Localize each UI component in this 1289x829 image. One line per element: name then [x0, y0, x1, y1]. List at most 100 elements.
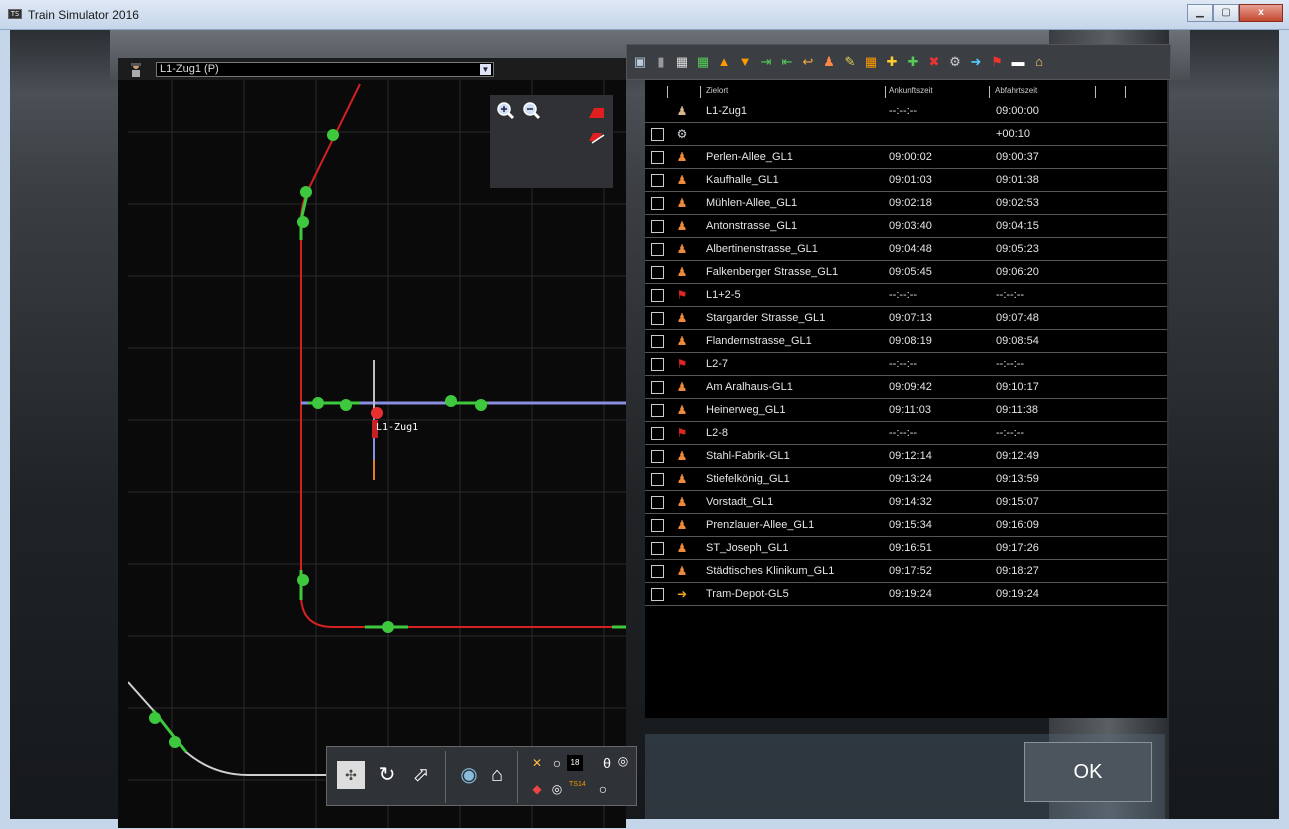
- expand-icon[interactable]: ⬀: [407, 761, 435, 789]
- row-checkbox[interactable]: [651, 335, 664, 348]
- row-checkbox[interactable]: [651, 312, 664, 325]
- table-row[interactable]: ♟ Heinerweg_GL1 09:11:03 09:11:38: [645, 399, 1167, 422]
- route-map[interactable]: L1-Zug1: [128, 80, 626, 828]
- add-yellow-icon[interactable]: ✚: [904, 53, 922, 71]
- eraser-icon[interactable]: [586, 103, 606, 123]
- row-checkbox[interactable]: [651, 174, 664, 187]
- table-row[interactable]: ♟ Am Aralhaus-GL1 09:09:42 09:10:17: [645, 376, 1167, 399]
- passenger-icon: ♟: [676, 541, 688, 555]
- row-checkbox[interactable]: [651, 542, 664, 555]
- table-row[interactable]: ♟ Flandernstrasse_GL1 09:08:19 09:08:54: [645, 330, 1167, 353]
- table-row[interactable]: ♟ Städtisches Klinikum_GL1 09:17:52 09:18:2…: [645, 560, 1167, 583]
- table-row[interactable]: ⚑ L1+2-5 --:--:-- --:--:--: [645, 284, 1167, 307]
- table-row[interactable]: ♟ Stargarder Strasse_GL1 09:07:13 09:07:48: [645, 307, 1167, 330]
- minimize-button[interactable]: ▁: [1187, 4, 1213, 22]
- window-titlebar[interactable]: TS Train Simulator 2016 ▁ ▢ x: [0, 0, 1289, 30]
- table-row[interactable]: ⚙ +00:10: [645, 123, 1167, 146]
- maximize-button[interactable]: ▢: [1213, 4, 1239, 22]
- table-row[interactable]: ♟ L1-Zug1 --:--:-- 09:00:00: [645, 100, 1167, 123]
- row-checkbox[interactable]: [651, 404, 664, 417]
- grid-green-icon[interactable]: ▦: [694, 53, 712, 71]
- remove-icon[interactable]: ✖: [925, 53, 943, 71]
- row-checkbox[interactable]: [651, 128, 664, 141]
- table-row[interactable]: ♟ Stahl-Fabrik-GL1 09:12:14 09:12:49: [645, 445, 1167, 468]
- column-separator[interactable]: [1125, 86, 1126, 98]
- row-checkbox[interactable]: [651, 151, 664, 164]
- column-header-destination[interactable]: Zielort: [706, 86, 728, 95]
- flag-icon[interactable]: ⚑: [988, 53, 1006, 71]
- bridge-icon[interactable]: ⌂: [1030, 53, 1048, 71]
- arrival-icon[interactable]: ➜: [967, 53, 985, 71]
- grid-icon[interactable]: ▦: [673, 53, 691, 71]
- map-header: L1-Zug1 (P) ▼: [118, 58, 626, 80]
- edit-track-icon[interactable]: [586, 127, 606, 147]
- train-select[interactable]: L1-Zug1 (P) ▼: [156, 62, 494, 77]
- row-checkbox[interactable]: [651, 473, 664, 486]
- destination-cell: Albertinenstrasse_GL1: [706, 243, 818, 255]
- destination-cell: L2-7: [706, 358, 729, 370]
- radio-icon[interactable]: ◎: [609, 747, 637, 775]
- passenger-icon[interactable]: ♟: [820, 53, 838, 71]
- table-row[interactable]: ⚑ L2-8 --:--:-- --:--:--: [645, 422, 1167, 445]
- table-row[interactable]: ⚑ L2-7 --:--:-- --:--:--: [645, 353, 1167, 376]
- table-row[interactable]: ♟ Falkenberger Strasse_GL1 09:05:45 09:06:2…: [645, 261, 1167, 284]
- column-header-departure[interactable]: Abfahrtszeit: [995, 86, 1037, 95]
- table-row[interactable]: ♟ Perlen-Allee_GL1 09:00:02 09:00:37: [645, 146, 1167, 169]
- destination-cell: Antonstrasse_GL1: [706, 220, 798, 232]
- settings-icon[interactable]: ⚙: [946, 53, 964, 71]
- row-checkbox[interactable]: [651, 427, 664, 440]
- table-row[interactable]: ➜ Tram-Depot-GL5 09:19:24 09:19:24: [645, 583, 1167, 606]
- move-down-icon[interactable]: ▼: [736, 53, 754, 71]
- fit-view-icon[interactable]: ✣: [337, 761, 365, 789]
- column-header-arrival[interactable]: Ankunftszeit: [889, 86, 933, 95]
- delete-icon[interactable]: ▮: [652, 53, 670, 71]
- edit-icon[interactable]: ✎: [841, 53, 859, 71]
- zoom-in-icon[interactable]: [496, 101, 516, 121]
- row-checkbox[interactable]: [651, 220, 664, 233]
- track-label: TS14: [569, 781, 586, 788]
- row-checkbox[interactable]: [651, 266, 664, 279]
- table-row[interactable]: ♟ Vorstadt_GL1 09:14:32 09:15:07: [645, 491, 1167, 514]
- grid-orange-icon[interactable]: ▦: [862, 53, 880, 71]
- row-checkbox[interactable]: [651, 197, 664, 210]
- row-checkbox[interactable]: [651, 588, 664, 601]
- table-row[interactable]: ♟ Stiefelkönig_GL1 09:13:24 09:13:59: [645, 468, 1167, 491]
- table-row[interactable]: ♟ Prenzlauer-Allee_GL1 09:15:34 09:16:09: [645, 514, 1167, 537]
- row-checkbox[interactable]: [651, 565, 664, 578]
- close-button[interactable]: x: [1239, 4, 1283, 22]
- add-green-icon[interactable]: ✚: [883, 53, 901, 71]
- table-row[interactable]: ♟ ST_Joseph_GL1 09:16:51 09:17:26: [645, 537, 1167, 560]
- insert-before-icon[interactable]: ⇥: [757, 53, 775, 71]
- reverse-icon[interactable]: ↩: [799, 53, 817, 71]
- home-icon[interactable]: ⌂: [483, 761, 511, 789]
- row-checkbox[interactable]: [651, 450, 664, 463]
- table-row[interactable]: ♟ Mühlen-Allee_GL1 09:02:18 09:02:53: [645, 192, 1167, 215]
- rotate-icon[interactable]: ↻: [373, 761, 401, 789]
- table-row[interactable]: ♟ Kaufhalle_GL1 09:01:03 09:01:38: [645, 169, 1167, 192]
- radio-icon[interactable]: ◎: [543, 775, 571, 803]
- column-separator[interactable]: [667, 86, 668, 98]
- chevron-down-icon[interactable]: ▼: [480, 64, 491, 75]
- column-separator[interactable]: [989, 86, 990, 98]
- move-up-icon[interactable]: ▲: [715, 53, 733, 71]
- bar-icon[interactable]: ▬: [1009, 53, 1027, 71]
- table-row[interactable]: ♟ Albertinenstrasse_GL1 09:04:48 09:05:23: [645, 238, 1167, 261]
- row-checkbox[interactable]: [651, 519, 664, 532]
- arrival-cell: 09:13:24: [889, 473, 932, 485]
- zoom-out-icon[interactable]: [522, 101, 542, 121]
- insert-after-icon[interactable]: ⇤: [778, 53, 796, 71]
- column-separator[interactable]: [700, 86, 701, 98]
- ok-button[interactable]: OK: [1024, 742, 1152, 802]
- save-icon[interactable]: ▣: [631, 53, 649, 71]
- radio-icon[interactable]: ○: [589, 775, 617, 803]
- row-checkbox[interactable]: [651, 243, 664, 256]
- row-checkbox[interactable]: [651, 358, 664, 371]
- column-separator[interactable]: [885, 86, 886, 98]
- globe-icon[interactable]: ◉: [455, 761, 483, 789]
- column-separator[interactable]: [1095, 86, 1096, 98]
- row-checkbox[interactable]: [651, 289, 664, 302]
- arrival-cell: 09:11:03: [889, 404, 932, 416]
- row-checkbox[interactable]: [651, 381, 664, 394]
- row-checkbox[interactable]: [651, 496, 664, 509]
- table-row[interactable]: ♟ Antonstrasse_GL1 09:03:40 09:04:15: [645, 215, 1167, 238]
